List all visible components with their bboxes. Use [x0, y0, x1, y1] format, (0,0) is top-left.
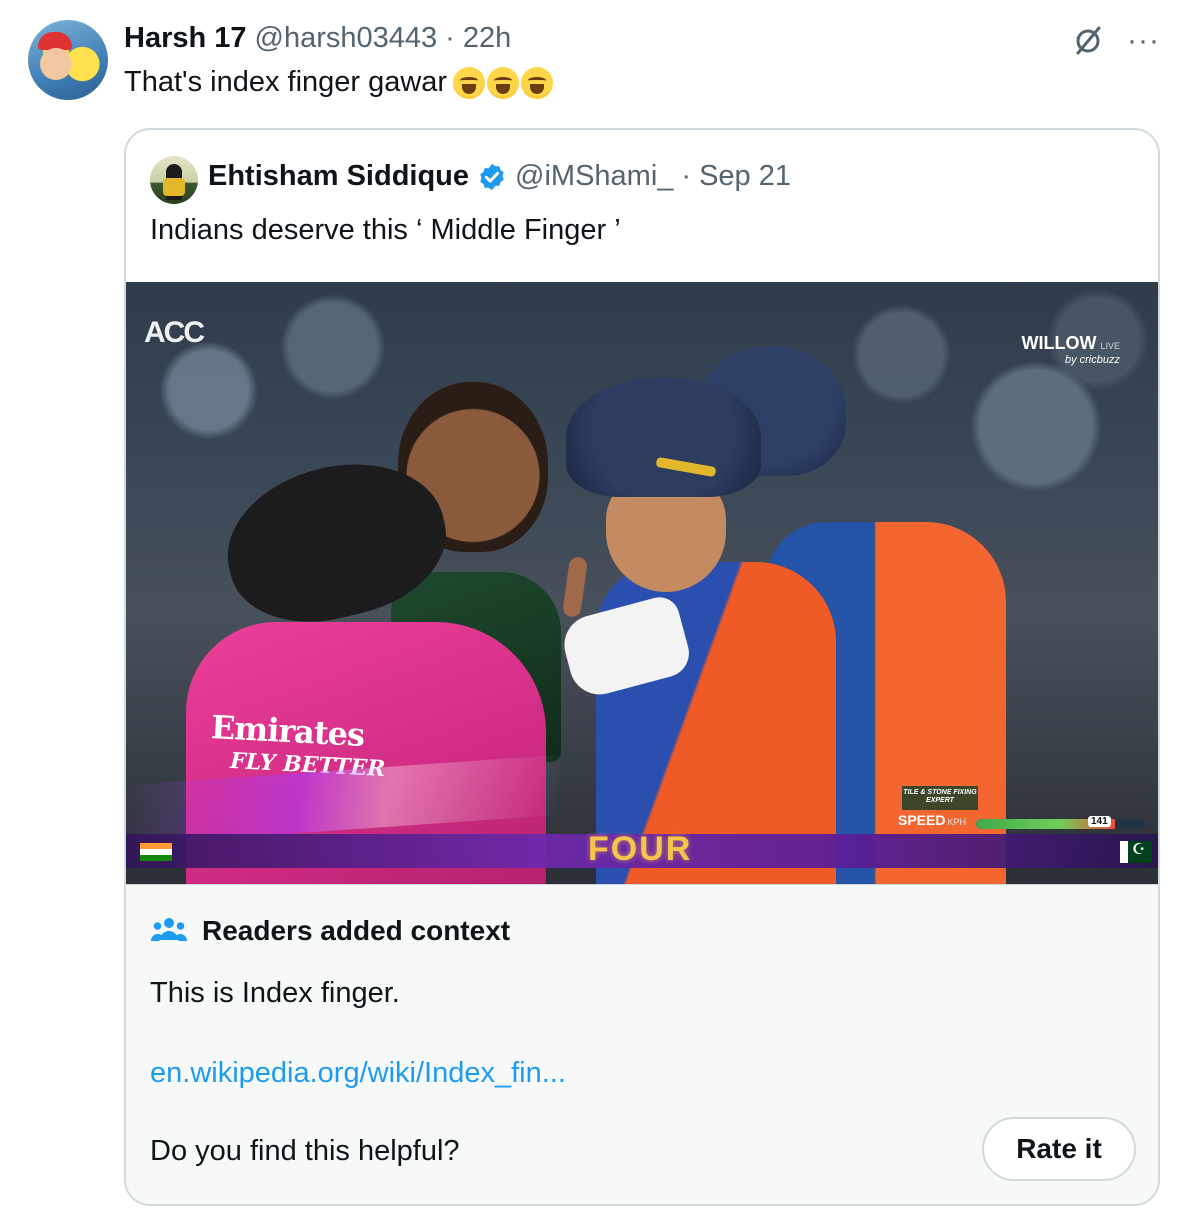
community-note-link[interactable]: en.wikipedia.org/wiki/Index_fin... [150, 1057, 566, 1090]
quoted-date[interactable]: Sep 21 [699, 160, 791, 193]
loudly-crying-face-icon [453, 66, 486, 99]
more-icon[interactable]: ··· [1127, 26, 1160, 56]
grok-icon[interactable] [1071, 24, 1105, 58]
avatar-face [40, 48, 72, 80]
quoted-avatar-jersey [163, 178, 185, 196]
willow-logo: WILLOW LIVE by cricbuzz [1021, 333, 1121, 366]
scorebar-event: FOUR [588, 830, 693, 868]
india-flag-icon [140, 843, 172, 861]
verified-badge-icon [480, 163, 504, 190]
timestamp[interactable]: 22h [463, 22, 511, 55]
pakistan-flag-icon [1120, 841, 1152, 863]
handle[interactable]: @harsh03443 [255, 22, 438, 55]
quoted-separator: · [681, 160, 692, 192]
willow-logo-text: WILLOW [1021, 333, 1097, 353]
tweet[interactable]: Harsh 17 @harsh03443 · 22h ··· That's in… [0, 0, 1184, 1212]
community-note-title: Readers added context [202, 915, 511, 946]
willow-live-tag: LIVE [1100, 341, 1120, 351]
quoted-handle[interactable]: @iMShami_ [515, 160, 673, 193]
speed-unit: KPH [947, 817, 966, 827]
quoted-display-name[interactable]: Ehtisham Siddique [208, 160, 469, 193]
avatar[interactable] [28, 20, 108, 100]
community-note: Readers added context This is Index fing… [126, 884, 1158, 1204]
tweet-actions: ··· [1071, 24, 1160, 58]
willow-logo-sub: by cricbuzz [1064, 353, 1120, 366]
media-image[interactable]: Emirates FLY BETTER ACC WILLOW LIVE by cr… [126, 282, 1158, 884]
tweet-text: That's index finger gawar [124, 66, 554, 99]
acc-logo: ACC [144, 316, 205, 349]
batter-1-helmet [566, 377, 761, 497]
quoted-header: Ehtisham Siddique @iMShami_ · Sep 21 [208, 160, 791, 193]
quoted-avatar[interactable] [150, 156, 198, 204]
speed-value: 141 [1088, 816, 1111, 827]
loudly-crying-face-icon [521, 66, 554, 99]
rate-it-button[interactable]: Rate it [982, 1117, 1136, 1181]
emoji-row [453, 66, 554, 99]
speed-label-text: SPEED [898, 812, 946, 828]
speed-sponsor: TILE & STONE FIXING EXPERT [902, 786, 978, 810]
quoted-text: Indians deserve this ‘ Middle Finger ’ [150, 214, 621, 246]
quoted-tweet[interactable]: Ehtisham Siddique @iMShami_ · Sep 21 Ind… [124, 128, 1160, 1206]
speed-gauge [976, 819, 1146, 829]
separator: · [445, 22, 455, 54]
loudly-crying-face-icon [487, 66, 520, 99]
tweet-text-content: That's index finger gawar [124, 66, 448, 98]
speed-label: SPEED KPH [898, 812, 966, 828]
umpire-sponsor: Emirates [210, 708, 366, 754]
people-icon [151, 918, 187, 941]
community-note-header: Readers added context [150, 915, 510, 947]
display-name[interactable]: Harsh 17 [124, 22, 247, 55]
helpful-question: Do you find this helpful? [150, 1135, 460, 1167]
community-note-body: This is Index finger. [150, 977, 400, 1009]
tweet-header: Harsh 17 @harsh03443 · 22h [124, 22, 511, 55]
